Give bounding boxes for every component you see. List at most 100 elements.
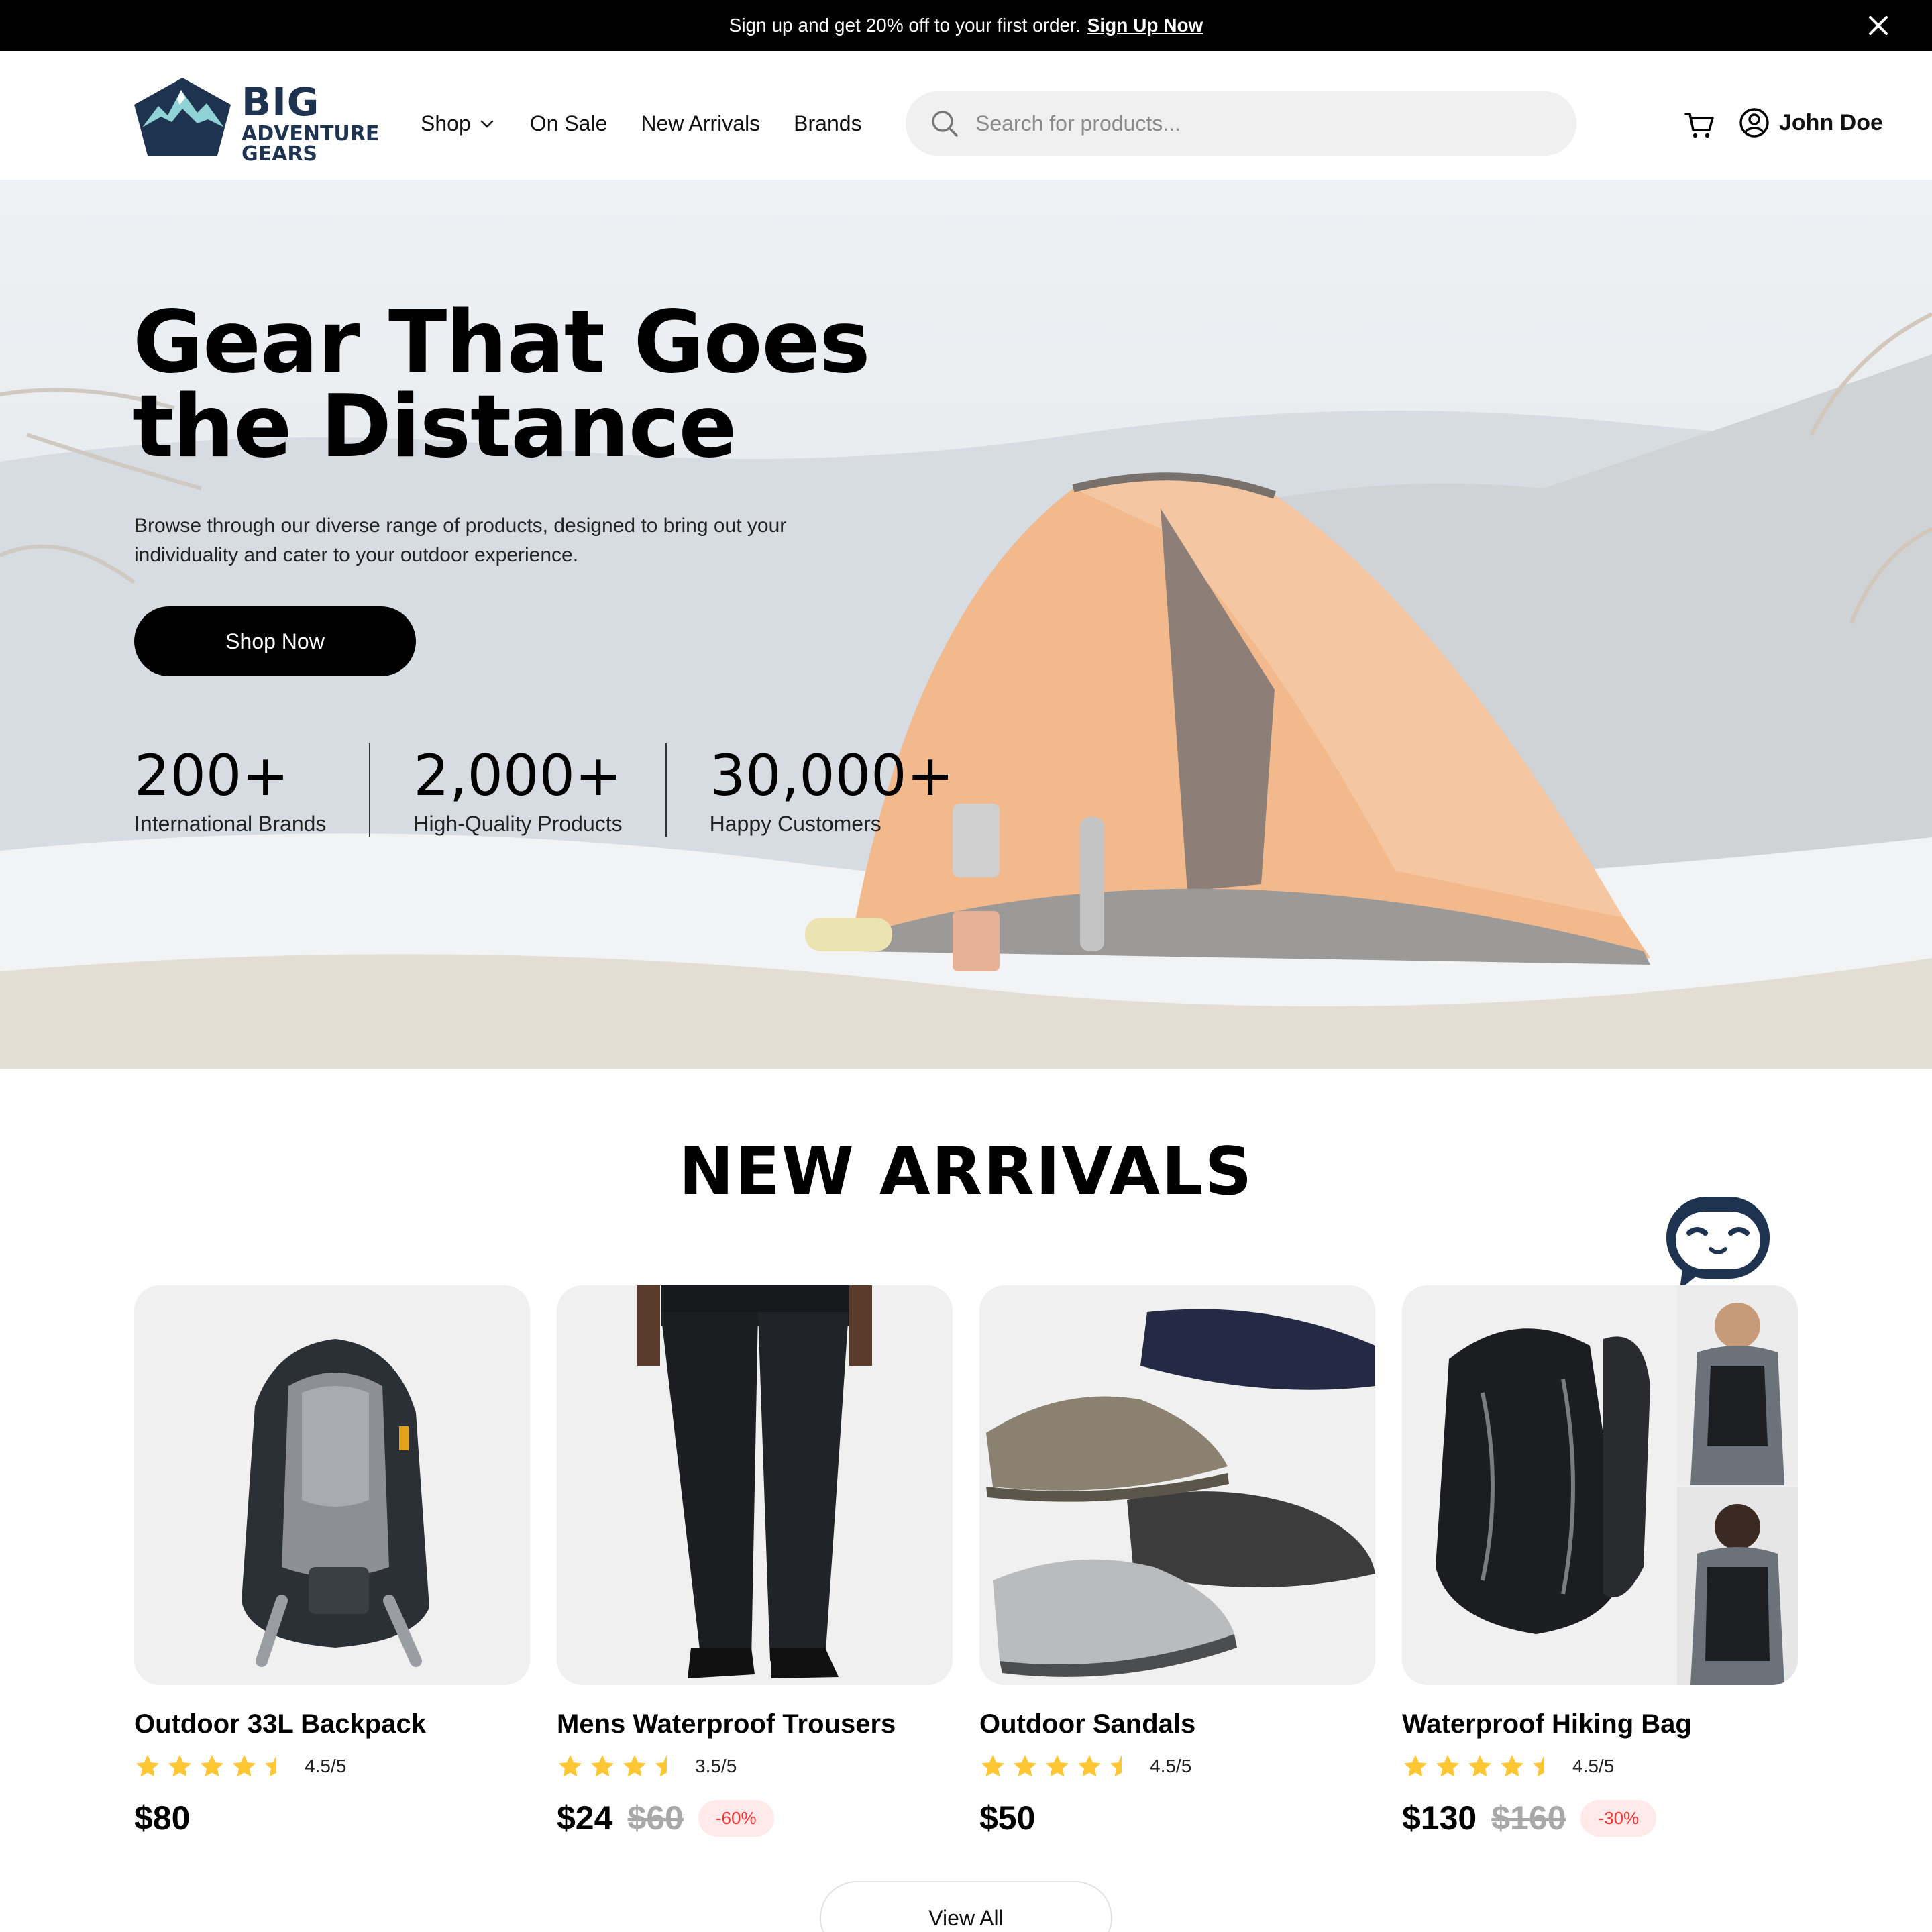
rating-text: 4.5/5 — [1572, 1756, 1615, 1776]
price: $130 — [1402, 1799, 1477, 1837]
user-name: John Doe — [1779, 109, 1883, 136]
nav-brands[interactable]: Brands — [794, 111, 861, 136]
brand-logo[interactable]: BIG ADVENTURE GEARS — [133, 75, 379, 166]
product-rating: 4.5/5 — [1402, 1753, 1798, 1780]
product-prices: $50 — [979, 1799, 1375, 1837]
hero-stats: 200+ International Brands 2,000+ High-Qu… — [134, 743, 997, 837]
half-star-icon — [1533, 1755, 1544, 1777]
product-rating: 4.5/5 — [134, 1753, 530, 1780]
star-icon — [1468, 1755, 1491, 1777]
star-icon — [1404, 1755, 1427, 1777]
product-rating: 3.5/5 — [557, 1753, 953, 1780]
product-name: Mens Waterproof Trousers — [557, 1709, 896, 1739]
close-icon[interactable] — [1865, 12, 1892, 39]
sandals-illustration — [986, 1309, 1375, 1677]
discount-badge: -60% — [698, 1799, 774, 1837]
new-arrivals-title: NEW ARRIVALS — [678, 1134, 1254, 1210]
product-card[interactable]: Waterproof Hiking Bag 4.5/5 $130 $160 -3… — [1402, 1285, 1798, 1837]
product-card[interactable]: Outdoor 33L Backpack 4.5/5 $80 — [134, 1285, 530, 1837]
hiking-bag-illustration — [1436, 1285, 1798, 1685]
search-bar — [906, 91, 1576, 156]
star-icon — [591, 1755, 614, 1777]
product-image-hiking-bag — [1402, 1285, 1798, 1685]
nav-new-arrivals[interactable]: New Arrivals — [641, 111, 760, 136]
main-nav: Shop On Sale New Arrivals Brands — [421, 111, 862, 136]
product-card[interactable]: Mens Waterproof Trousers 3.5/5 $24 $60 -… — [557, 1285, 953, 1837]
product-rating: 4.5/5 — [979, 1753, 1375, 1780]
rating-text: 3.5/5 — [695, 1756, 737, 1776]
star-rating — [979, 1753, 1135, 1780]
price: $24 — [557, 1799, 613, 1837]
product-card[interactable]: Outdoor Sandals 4.5/5 $50 — [979, 1285, 1375, 1837]
price: $50 — [979, 1799, 1036, 1837]
product-image-backpack — [134, 1285, 530, 1685]
search-input[interactable] — [975, 111, 1546, 136]
star-rating — [557, 1753, 680, 1780]
stat-label: Happy Customers — [709, 812, 881, 836]
stat-customers: 30,000+ Happy Customers — [665, 743, 997, 837]
chevron-down-icon — [480, 120, 494, 127]
hero-section: Gear That Goes the Distance Browse throu… — [0, 180, 1932, 1069]
cart-icon[interactable] — [1684, 109, 1716, 141]
half-star-icon — [655, 1755, 667, 1777]
stat-label: High-Quality Products — [413, 812, 623, 836]
star-icon — [559, 1755, 582, 1777]
logo-text-big: BIG — [241, 79, 320, 125]
star-icon — [233, 1755, 256, 1777]
half-star-icon — [1110, 1755, 1122, 1777]
backpack-illustration — [241, 1339, 429, 1667]
product-name: Outdoor 33L Backpack — [134, 1709, 426, 1739]
chatbot-icon[interactable] — [1662, 1194, 1774, 1292]
discount-badge: -30% — [1580, 1799, 1657, 1837]
product-image-trousers — [557, 1285, 953, 1685]
trousers-illustration — [637, 1285, 872, 1678]
product-name: Outdoor Sandals — [979, 1709, 1196, 1739]
star-icon — [1078, 1755, 1101, 1777]
user-circle-icon — [1739, 108, 1769, 138]
star-rating — [1402, 1753, 1558, 1780]
hero-title: Gear That Goes the Distance — [133, 292, 871, 477]
logo-text-gears: GEARS — [241, 142, 318, 166]
stat-value: 200+ — [134, 743, 289, 808]
product-grid: Outdoor 33L Backpack 4.5/5 $80 Mens Wate… — [134, 1285, 1798, 1837]
original-price: $160 — [1491, 1799, 1566, 1837]
stat-brands: 200+ International Brands — [134, 743, 369, 837]
view-all-button[interactable]: View All — [820, 1881, 1112, 1932]
price: $80 — [134, 1799, 191, 1837]
star-icon — [1046, 1755, 1069, 1777]
rating-text: 4.5/5 — [305, 1756, 347, 1776]
star-icon — [1436, 1755, 1459, 1777]
hero-subtitle: Browse through our diverse range of prod… — [134, 515, 787, 566]
user-account[interactable]: John Doe — [1739, 107, 1883, 138]
nav-shop-label: Shop — [421, 111, 471, 136]
star-icon — [136, 1755, 159, 1777]
product-image-sandals — [979, 1285, 1375, 1685]
stat-products: 2,000+ High-Quality Products — [369, 743, 665, 837]
star-icon — [623, 1755, 646, 1777]
site-header: BIG ADVENTURE GEARS Shop On Sale New Arr… — [0, 51, 1932, 180]
star-icon — [168, 1755, 191, 1777]
product-prices: $130 $160 -30% — [1402, 1799, 1798, 1837]
star-icon — [201, 1755, 223, 1777]
product-name: Waterproof Hiking Bag — [1402, 1709, 1692, 1739]
mountain-logo-icon — [134, 78, 231, 156]
star-icon — [1014, 1755, 1036, 1777]
promo-text: Sign up and get 20% off to your first or… — [729, 15, 1081, 36]
product-prices: $24 $60 -60% — [557, 1799, 953, 1837]
nav-on-sale[interactable]: On Sale — [530, 111, 608, 136]
half-star-icon — [265, 1755, 276, 1777]
rating-text: 4.5/5 — [1150, 1756, 1192, 1776]
original-price: $60 — [627, 1799, 684, 1837]
star-icon — [1501, 1755, 1523, 1777]
star-rating — [134, 1753, 290, 1780]
shop-now-button[interactable]: Shop Now — [134, 606, 416, 676]
stat-label: International Brands — [134, 812, 327, 836]
sign-up-link[interactable]: Sign Up Now — [1087, 15, 1203, 36]
stat-value: 2,000+ — [413, 743, 623, 808]
stat-value: 30,000+ — [709, 743, 954, 808]
nav-shop[interactable]: Shop — [421, 111, 496, 136]
promo-bar: Sign up and get 20% off to your first or… — [0, 0, 1932, 51]
star-icon — [981, 1755, 1004, 1777]
product-prices: $80 — [134, 1799, 530, 1837]
search-icon — [932, 111, 958, 137]
